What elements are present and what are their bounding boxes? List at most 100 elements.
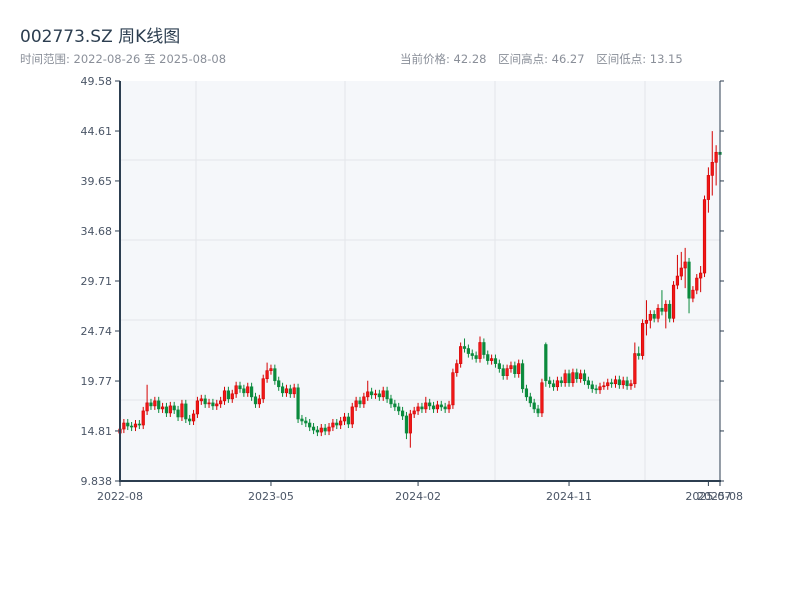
candle-body <box>250 386 254 398</box>
candle-body <box>273 368 277 382</box>
candle-body <box>687 261 691 299</box>
candle-body <box>671 284 676 319</box>
candle-body <box>699 272 703 279</box>
candle-body <box>416 406 420 412</box>
candle-body <box>660 307 664 312</box>
candle-body <box>536 408 540 414</box>
candle-body <box>157 400 161 410</box>
candle-body <box>482 342 486 355</box>
candle-body <box>497 363 501 369</box>
candle-body <box>234 385 238 395</box>
candle-body <box>389 398 393 405</box>
candle-body <box>130 425 134 428</box>
candle-body <box>141 410 145 426</box>
candle-body <box>404 415 409 434</box>
candle-body <box>714 151 718 163</box>
candle-body <box>246 386 250 394</box>
candle-body <box>311 426 316 431</box>
candle-body <box>400 410 405 417</box>
candle <box>520 359 525 393</box>
candle-body <box>656 307 660 319</box>
candle-body <box>362 396 366 405</box>
candle-body <box>459 346 463 364</box>
candle-body <box>257 398 261 405</box>
candle-body <box>261 378 265 400</box>
candle-body <box>126 422 130 427</box>
candle <box>544 342 548 387</box>
candle-body <box>207 402 211 405</box>
candle-body <box>373 393 378 396</box>
candle-body <box>706 175 710 200</box>
x-tick-label: 2024-02 <box>395 490 441 503</box>
candle <box>702 195 707 278</box>
candle-body <box>215 403 219 407</box>
y-tick-label: 24.74 <box>81 325 113 338</box>
candle <box>459 342 463 368</box>
candle-body <box>439 404 443 408</box>
candle-body <box>617 379 621 386</box>
candle-body <box>253 396 258 405</box>
candle-body <box>145 402 149 412</box>
y-tick-label: 44.61 <box>81 125 113 138</box>
candle-body <box>203 398 207 405</box>
candle <box>261 374 265 403</box>
candle-body <box>540 382 544 414</box>
candle-body <box>265 370 269 380</box>
x-tick-label: 2024-11 <box>546 490 592 503</box>
candle-body <box>582 373 587 382</box>
candle-body <box>354 400 358 408</box>
candle-body <box>219 400 223 405</box>
candle-body <box>342 416 347 422</box>
candle-body <box>308 422 312 428</box>
candle-body <box>486 354 490 361</box>
candle-body <box>509 365 513 369</box>
candle-body <box>393 403 397 408</box>
candle-body <box>381 390 385 398</box>
candlestick-chart: 9.838 14.81 19.77 24.74 29.71 34.68 39.65 44.61… <box>81 75 743 503</box>
candle-body <box>226 390 230 400</box>
candle-body <box>184 403 188 420</box>
candle-body <box>153 400 157 407</box>
y-tick-label: 9.838 <box>81 475 113 488</box>
candle-body <box>478 342 482 359</box>
candle-body <box>621 380 625 386</box>
candle-body <box>164 406 169 414</box>
candle-body <box>408 413 412 434</box>
candle-body <box>613 379 618 385</box>
candle-body <box>149 402 153 407</box>
candle-body <box>548 380 552 385</box>
candle-body <box>230 393 234 400</box>
x-tick-label: 2022-08 <box>97 490 143 503</box>
candle-body <box>447 404 451 410</box>
candle-body <box>606 382 610 387</box>
candle <box>640 319 645 360</box>
y-tick-label: 49.58 <box>81 75 113 88</box>
candle-body <box>455 363 459 373</box>
candle-body <box>702 199 707 274</box>
plot-area <box>120 81 720 481</box>
candle-body <box>571 372 575 384</box>
candle-body <box>191 413 196 422</box>
candle-body <box>575 372 579 380</box>
candle-body <box>199 398 203 402</box>
candle-body <box>462 346 467 349</box>
candle-body <box>424 402 428 410</box>
candle-body <box>563 373 567 384</box>
candle-body <box>551 383 556 388</box>
candle-body <box>222 390 227 402</box>
candle-body <box>513 365 517 374</box>
candle-body <box>420 406 424 410</box>
candle-body <box>610 382 614 385</box>
candle-body <box>288 388 292 395</box>
candle-body <box>567 373 571 384</box>
candle-body <box>528 396 532 404</box>
candle-body <box>625 380 629 387</box>
candle-body <box>493 358 498 364</box>
candle-body <box>520 363 525 390</box>
candle-body <box>195 400 200 415</box>
candle-body <box>524 388 529 398</box>
candle-body <box>350 406 354 425</box>
candle-body <box>280 386 285 394</box>
candle-body <box>586 380 590 386</box>
candle-body <box>633 353 637 385</box>
